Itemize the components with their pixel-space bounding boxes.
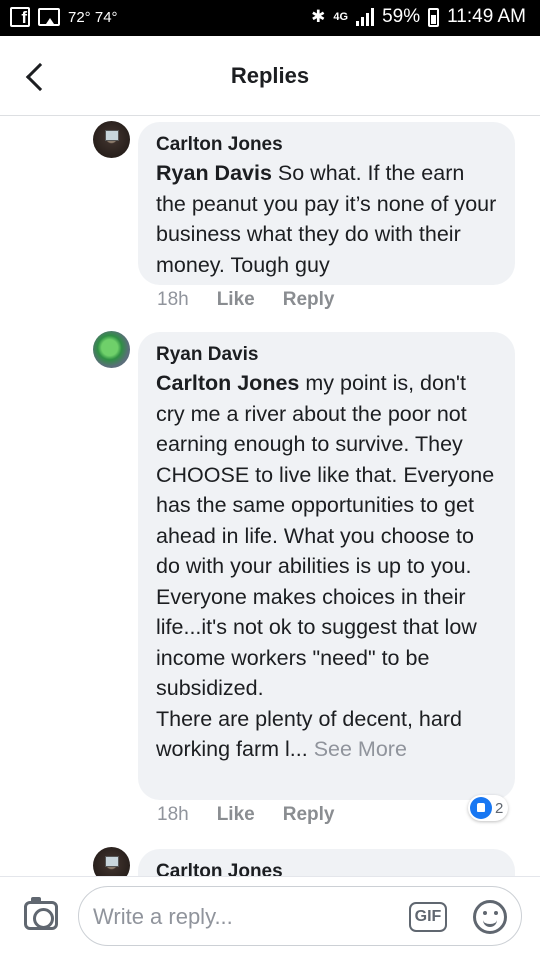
replies-header: Replies — [0, 36, 540, 116]
comment-body: my point is, don't cry me a river about … — [156, 371, 495, 761]
bluetooth-icon: ✱ — [311, 7, 326, 26]
reply-button[interactable]: Reply — [283, 289, 335, 311]
reaction-count[interactable]: 2 — [468, 795, 509, 821]
reply-thread[interactable]: Carlton Jones Ryan Davis So what. If the… — [0, 116, 540, 876]
comment-bubble[interactable]: Carlton Jones — [138, 849, 515, 876]
reply-input-container[interactable]: GIF — [78, 886, 522, 946]
camera-icon[interactable] — [24, 897, 58, 930]
like-button[interactable]: Like — [217, 289, 255, 311]
comment-bubble[interactable]: Ryan Davis Carlton Jones my point is, do… — [138, 332, 515, 800]
weather-temps: 72° 74° — [68, 8, 118, 26]
signal-icon — [356, 8, 375, 26]
comment-text: Ryan Davis So what. If the earn the pean… — [156, 158, 497, 280]
facebook-notification-icon — [10, 7, 30, 28]
see-more-link[interactable]: See More — [308, 737, 407, 761]
reaction-count-number: 2 — [495, 799, 504, 817]
comment-time: 18h — [157, 804, 189, 825]
avatar[interactable] — [93, 847, 130, 876]
comment-mention[interactable]: Ryan Davis — [156, 161, 272, 185]
comment-actions: 18h Like Reply — [157, 289, 334, 311]
reply-button[interactable]: Reply — [283, 804, 335, 826]
avatar[interactable] — [93, 331, 130, 368]
comment-time: 18h — [157, 289, 189, 310]
avatar[interactable] — [93, 121, 130, 158]
comment-author[interactable]: Ryan Davis — [156, 344, 497, 366]
comment-author[interactable]: Carlton Jones — [156, 134, 497, 156]
comment-mention[interactable]: Carlton Jones — [156, 371, 299, 395]
battery-percent: 59% — [382, 6, 421, 27]
emoji-icon[interactable] — [473, 900, 507, 934]
reply-input[interactable] — [93, 899, 393, 935]
reply-composer: GIF — [0, 876, 540, 960]
page-title: Replies — [230, 63, 310, 88]
clock: 11:49 AM — [447, 6, 526, 27]
gallery-notification-icon — [38, 8, 60, 26]
status-bar: 72° 74° ✱ 4G 59% 11:49 AM — [0, 0, 540, 36]
thumbs-up-icon — [470, 797, 492, 819]
comment-text: Carlton Jones my point is, don't cry me … — [156, 368, 497, 765]
gif-button[interactable]: GIF — [409, 902, 447, 932]
like-button[interactable]: Like — [217, 804, 255, 826]
comment-author[interactable]: Carlton Jones — [156, 861, 497, 876]
battery-icon — [428, 7, 440, 27]
comment-actions: 18h Like Reply — [157, 804, 334, 826]
comment-bubble[interactable]: Carlton Jones Ryan Davis So what. If the… — [138, 122, 515, 285]
network-type: 4G — [333, 11, 349, 23]
